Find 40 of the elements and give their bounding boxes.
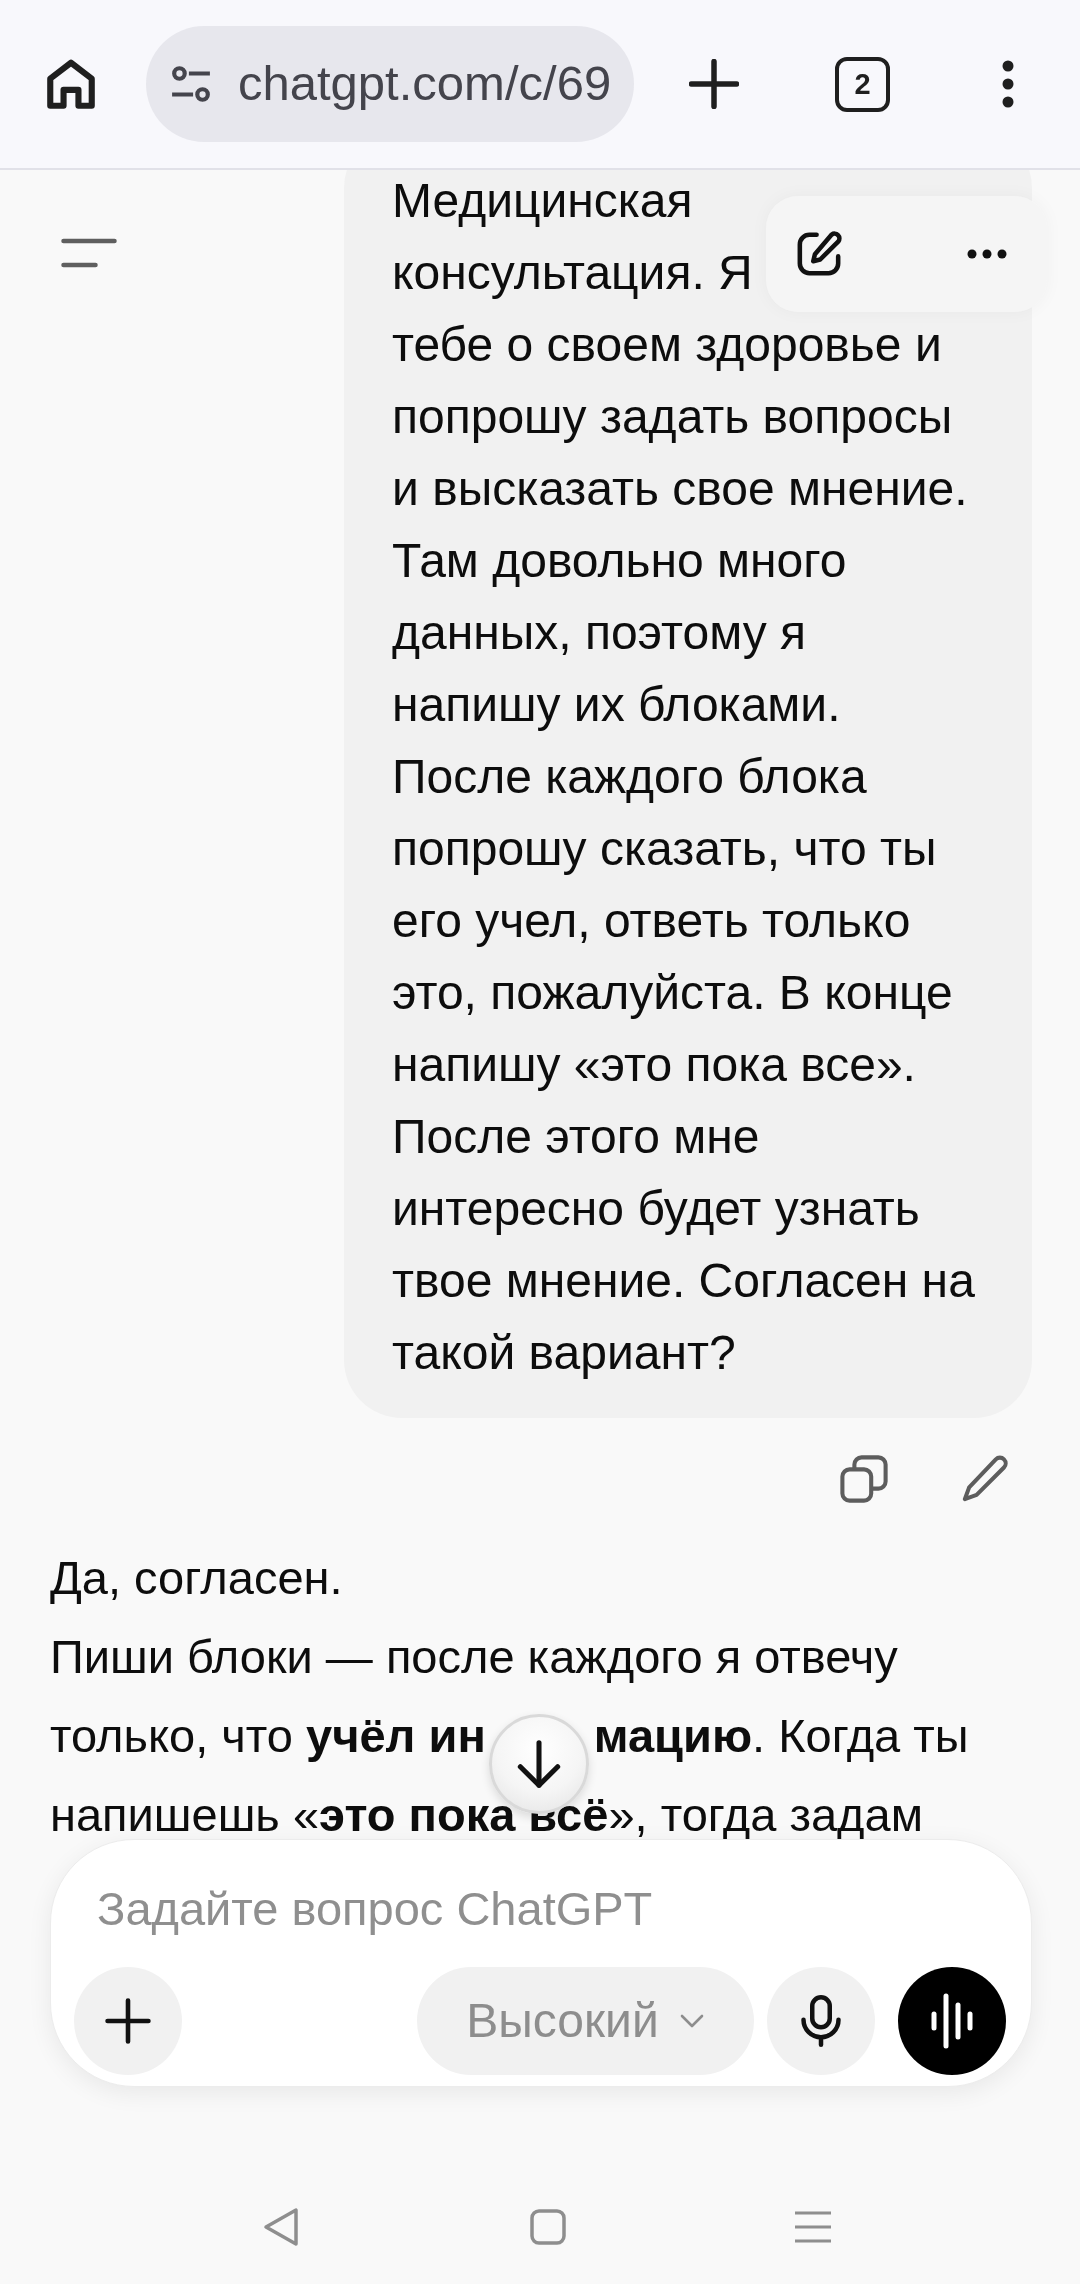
message-text: это, пожалуйста. В конце [392, 965, 953, 1021]
message-text: напишу их блоками. [392, 677, 841, 733]
message-text: После этого мне [392, 1109, 760, 1165]
message-text: его учел, ответь только [392, 893, 911, 949]
message-text: твое мнение. Согласен на [392, 1253, 975, 1309]
message-field[interactable]: Задайте вопрос ChatGPT [97, 1878, 977, 1940]
message-text: Там довольно много [392, 533, 847, 589]
message-text: интересно будет узнать [392, 1181, 920, 1237]
chevron-down-icon [678, 2013, 705, 2029]
message-text: такой вариант? [392, 1325, 736, 1381]
back-icon[interactable] [263, 2207, 299, 2247]
message-text: мацию. Когда ты [593, 1708, 969, 1764]
message-text: Медицинская [392, 173, 693, 229]
microphone-icon [801, 1994, 841, 2048]
waveform-icon [930, 1993, 974, 2049]
more-icon[interactable] [967, 249, 1007, 259]
more-options-icon[interactable] [1002, 60, 1014, 108]
message-text: тебе о своем здоровье и [392, 317, 942, 373]
message-text: Да, согласен. [50, 1550, 343, 1606]
message-text: Пиши блоки — после каждого я отвечу [50, 1629, 898, 1685]
copy-icon[interactable] [840, 1455, 888, 1503]
pencil-icon[interactable] [961, 1455, 1009, 1503]
message-text: попрошу сказать, что ты [392, 821, 937, 877]
menu-icon[interactable] [795, 2211, 831, 2243]
message-text: только, что учёл ин [50, 1708, 486, 1764]
message-text: консультация. Я [392, 245, 753, 301]
square-icon[interactable] [530, 2209, 566, 2245]
message-text: попрошу задать вопросы [392, 389, 953, 445]
plus-icon[interactable] [689, 59, 739, 109]
edit-icon[interactable] [796, 231, 842, 277]
message-text: После каждого блока [392, 749, 867, 805]
plus-icon [105, 1998, 151, 2044]
message-text: данных, поэтому я [392, 605, 807, 661]
message-text: напишу «это пока все». [392, 1037, 916, 1093]
sliders-icon[interactable] [170, 64, 212, 104]
message-text: и высказать свое мнение. [392, 461, 968, 517]
home-icon[interactable] [46, 59, 96, 109]
menu-icon[interactable] [61, 238, 117, 268]
tab-switcher-button[interactable]: 2 [835, 56, 890, 112]
address-bar[interactable]: chatgpt.com/c/69 [146, 26, 634, 142]
